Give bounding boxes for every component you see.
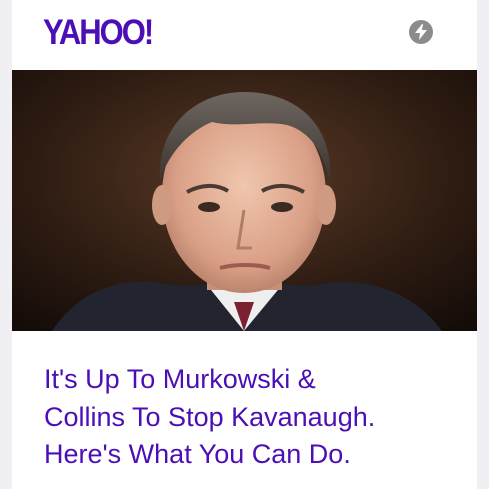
article-image[interactable] bbox=[12, 70, 477, 331]
headline-line: It's Up To Murkowski & bbox=[44, 364, 316, 394]
card-header: YAHOO! bbox=[12, 0, 477, 70]
yahoo-logo[interactable]: YAHOO! bbox=[43, 14, 154, 50]
screen: YAHOO! It's Up To Murkowski & Collins To… bbox=[0, 0, 489, 489]
headline-line: Here's What You Can Do. bbox=[44, 439, 351, 469]
news-card[interactable]: YAHOO! It's Up To Murkowski & Collins To… bbox=[12, 0, 477, 489]
lightning-bolt-icon bbox=[409, 20, 433, 44]
article-headline[interactable]: It's Up To Murkowski & Collins To Stop K… bbox=[44, 361, 464, 474]
headline-line: Collins To Stop Kavanaugh. bbox=[44, 401, 376, 432]
